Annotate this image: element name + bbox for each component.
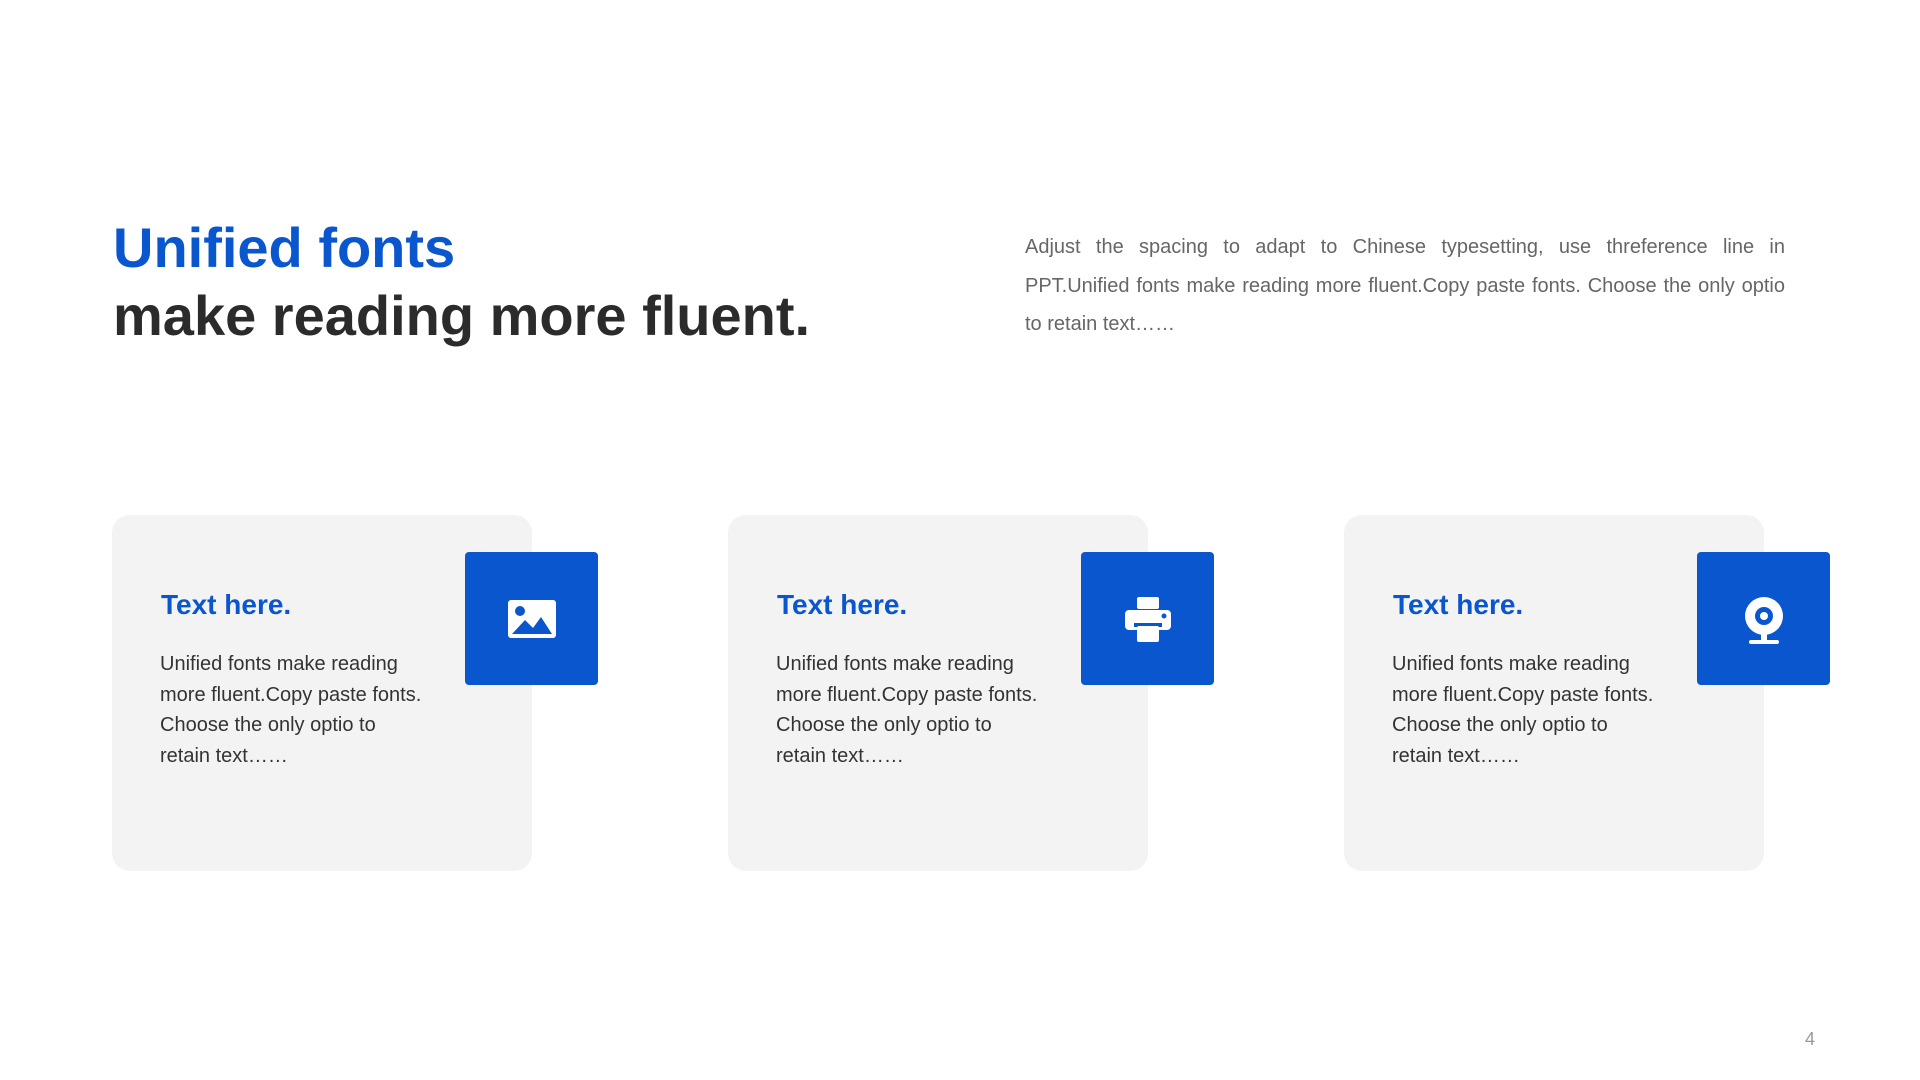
printer-icon — [1124, 596, 1171, 642]
page-number: 4 — [1804, 1029, 1815, 1049]
card-body: Unified fonts make reading more fluent.C… — [1392, 653, 1654, 767]
slide: Unified fonts make reading more fluent. … — [0, 0, 1920, 1080]
image-icon-box — [465, 552, 598, 685]
intro-paragraph: Adjust the spacing to adapt to Chinese t… — [1025, 236, 1785, 335]
card-body: Unified fonts make reading more fluent.C… — [776, 653, 1038, 767]
card-title: Text here. — [161, 589, 292, 620]
card-title: Text here. — [1393, 589, 1524, 620]
image-icon — [507, 599, 556, 638]
title-highlight: Unified fonts — [113, 216, 456, 279]
webcam-icon — [1744, 596, 1783, 644]
page-title: make reading more fluent. — [113, 284, 811, 347]
printer-icon-box — [1081, 552, 1214, 685]
title-block: Unified fonts make reading more fluent. — [113, 214, 933, 350]
card-body: Unified fonts make reading more fluent.C… — [160, 653, 422, 767]
card-title: Text here. — [777, 589, 908, 620]
webcam-icon-box — [1697, 552, 1830, 685]
